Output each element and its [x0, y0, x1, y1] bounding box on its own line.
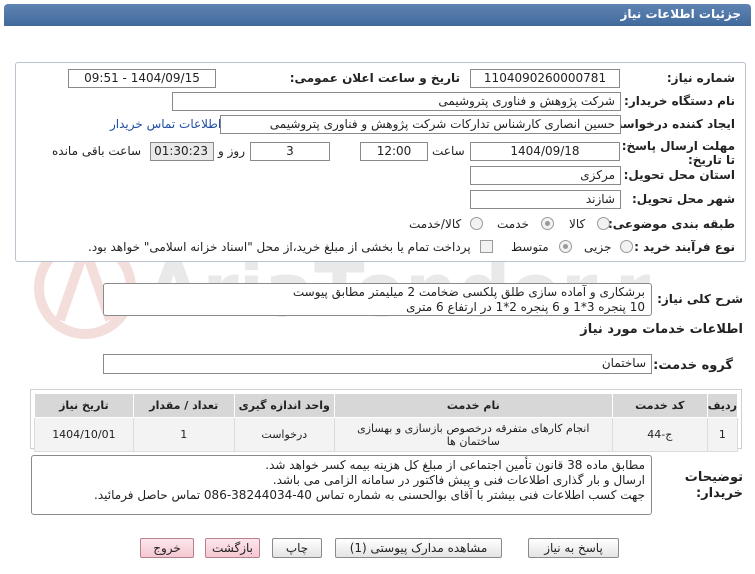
treasury-payment-note: پرداخت تمام یا بخشی از مبلغ خرید،از محل …	[88, 240, 471, 254]
services-table: ردیف کد خدمت نام خدمت واحد اندازه گیری ت…	[34, 393, 739, 452]
service-group-label: گروه خدمت:	[653, 358, 733, 373]
process-option-medium-radio[interactable]	[559, 240, 572, 253]
deadline-date-field: 1404/09/18	[470, 142, 620, 161]
deadline-time-label: ساعت	[432, 144, 465, 158]
cell-qty: 1	[132, 417, 235, 452]
back-button[interactable]: بازگشت	[205, 538, 260, 558]
col-code: کد خدمت	[611, 393, 708, 418]
cell-row: 1	[706, 417, 739, 452]
buyer-contact-link[interactable]: اطلاعات تماس خریدار	[110, 117, 221, 131]
category-option-goods-label: کالا	[569, 217, 586, 231]
deadline-days-label: روز و	[218, 144, 245, 158]
announce-datetime-label: تاریخ و ساعت اعلان عمومی:	[289, 71, 460, 85]
description-label: شرح کلی نیاز:	[657, 292, 743, 306]
col-unit: واحد اندازه گیری	[233, 393, 335, 418]
category-option-service-radio[interactable]	[541, 217, 554, 230]
requester-label: ایجاد کننده درخواست:	[605, 117, 735, 131]
exit-button[interactable]: خروج	[140, 538, 194, 558]
deadline-days-field: 3	[250, 142, 330, 161]
remaining-time-label: ساعت باقی مانده	[52, 144, 142, 158]
buyer-notes-label: توضیحات خریدار:	[684, 470, 743, 501]
process-option-minor-label: جزیی	[584, 240, 612, 254]
buyer-notes-line-2: ارسال و بار گذاری اطلاعات فنی و پیش فاکت…	[272, 473, 645, 487]
requester-field: حسین انصاری کارشناس تدارکات شرکت پژوهش و…	[220, 115, 621, 134]
col-qty: تعداد / مقدار	[132, 393, 235, 418]
announce-datetime-field: 1404/09/15 - 09:51	[68, 69, 216, 88]
city-label: شهر محل تحویل:	[631, 192, 735, 206]
buyer-notes-box: مطابق ماده 38 قانون تأمین اجتماعی از مبل…	[31, 455, 652, 515]
cell-date: 1404/10/01	[34, 417, 134, 452]
description-box: برشکاری و آماده سازی طلق پلکسی ضخامت 2 م…	[103, 283, 652, 316]
need-number-label: شماره نیاز:	[666, 71, 735, 85]
process-label: نوع فرآیند خرید :	[634, 240, 735, 254]
view-attachments-button[interactable]: مشاهده مدارک پیوستی (1)	[335, 538, 502, 558]
window-title: جزئیات اطلاعات نیاز	[4, 4, 751, 26]
need-number-field: 1104090260000781	[470, 69, 620, 88]
buyer-org-field: شرکت پژوهش و فناوری پتروشیمی	[172, 92, 621, 111]
reply-button[interactable]: پاسخ به نیاز	[528, 538, 619, 558]
deadline-time-field: 12:00	[360, 142, 428, 161]
category-option-service-label: خدمت	[497, 217, 529, 231]
table-row: 1 ج-44 انجام کارهای متفرقه درخصوص بازساز…	[34, 417, 739, 452]
print-button[interactable]: چاپ	[272, 538, 322, 558]
service-group-field: ساختمان	[103, 354, 652, 374]
description-line-1: برشکاری و آماده سازی طلق پلکسی ضخامت 2 م…	[292, 285, 645, 299]
services-table-panel: ردیف کد خدمت نام خدمت واحد اندازه گیری ت…	[30, 389, 742, 452]
process-option-minor-radio[interactable]	[620, 240, 633, 253]
remaining-time-field: 01:30:23	[150, 142, 214, 161]
category-option-both-label: کالا/خدمت	[409, 217, 462, 231]
city-field: شازند	[470, 190, 621, 209]
services-table-header: ردیف کد خدمت نام خدمت واحد اندازه گیری ت…	[34, 393, 739, 418]
services-section-title: اطلاعات خدمات مورد نیاز	[580, 322, 743, 337]
buyer-notes-line-3: جهت کسب اطلاعات فنی بیشتر با آقای بوالحس…	[94, 488, 645, 502]
category-option-goods-radio[interactable]	[597, 217, 610, 230]
col-row: ردیف	[706, 393, 739, 418]
province-label: استان محل تحویل:	[623, 168, 735, 182]
province-field: مرکزی	[470, 166, 621, 185]
category-option-both-radio[interactable]	[470, 217, 483, 230]
treasury-payment-checkbox[interactable]	[480, 240, 493, 253]
deadline-label: مهلت ارسال پاسخ: تا تاریخ:	[621, 139, 735, 167]
cell-name: انجام کارهای متفرقه درخصوص بازسازی و بهس…	[333, 417, 613, 452]
cell-code: ج-44	[611, 417, 708, 452]
cell-unit: درخواست	[233, 417, 335, 452]
buyer-notes-line-1: مطابق ماده 38 قانون تأمین اجتماعی از مبل…	[265, 458, 645, 472]
col-date: تاریخ نیاز	[34, 393, 134, 418]
buyer-org-label: نام دستگاه خریدار:	[624, 94, 735, 108]
description-line-2: 10 پنجره 3*1 و 6 پنجره 2*1 در ارتفاع 6 م…	[406, 300, 645, 314]
col-name: نام خدمت	[333, 393, 613, 418]
process-option-medium-label: متوسط	[511, 240, 549, 254]
category-label: طبقه بندی موضوعی:	[607, 217, 735, 231]
